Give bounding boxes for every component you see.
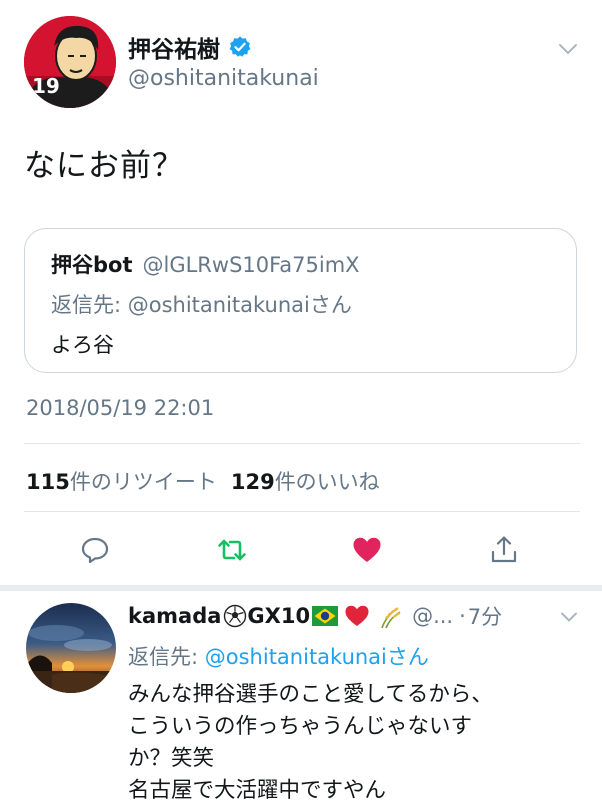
soccer-ball-icon bbox=[223, 604, 247, 628]
reply-to-prefix: 返信先: bbox=[128, 645, 205, 669]
reply-header: kamada GX10 @... · 7分 bbox=[128, 601, 502, 631]
brazil-flag-icon bbox=[312, 604, 339, 628]
reply-to-mention[interactable]: @oshitanitakunai bbox=[205, 645, 387, 669]
reply-icon[interactable] bbox=[79, 534, 111, 566]
reply-body-line: か？笑笑 bbox=[128, 746, 215, 771]
chevron-down-icon[interactable] bbox=[558, 42, 578, 56]
quoted-name-row: 押谷bot @lGLRwS10Fa75imX bbox=[51, 249, 360, 279]
quoted-handle: @lGLRwS10Fa75imX bbox=[142, 253, 360, 277]
retweet-icon[interactable] bbox=[216, 534, 248, 566]
heart-emoji-icon bbox=[344, 604, 370, 628]
engagement-stats: 115 件のリツイート 129 件のいいね bbox=[26, 466, 394, 496]
reply-handle[interactable]: @... bbox=[412, 604, 453, 628]
handle[interactable]: @oshitanitakunai bbox=[128, 66, 319, 91]
divider bbox=[24, 443, 580, 444]
reply-avatar[interactable] bbox=[26, 603, 116, 693]
quoted-reply-to: 返信先: @oshitanitakunaiさん bbox=[51, 293, 352, 317]
quoted-text: よろ谷 bbox=[51, 333, 114, 357]
display-name[interactable]: 押谷祐樹 bbox=[128, 30, 220, 64]
avatar[interactable]: 19 bbox=[24, 16, 116, 108]
reply-avatar-image bbox=[26, 603, 116, 693]
reply-body: みんな押谷選手のこと愛してるから、 こういうの作っちゃうんじゃないす か？笑笑 … bbox=[128, 679, 578, 800]
chevron-down-icon[interactable] bbox=[560, 611, 578, 623]
reply-tweet[interactable]: kamada GX10 @... · 7分 返信先: @oshitanitaku… bbox=[0, 591, 602, 800]
reply-display-name[interactable]: kamada bbox=[128, 604, 221, 628]
like-label[interactable]: 件のいいね bbox=[275, 466, 380, 496]
reply-body-line: みんな押谷選手のこと愛してるから、 bbox=[128, 682, 493, 707]
like-icon[interactable] bbox=[351, 534, 383, 566]
reply-display-name-suffix[interactable]: GX10 bbox=[247, 604, 310, 628]
reply-to-suffix: さん bbox=[386, 645, 429, 669]
avatar-number: 19 bbox=[32, 74, 60, 98]
name-row: 押谷祐樹 bbox=[128, 30, 252, 64]
divider bbox=[24, 511, 580, 512]
like-count[interactable]: 129 bbox=[231, 470, 275, 494]
reply-to-line: 返信先: @oshitanitakunaiさん bbox=[128, 641, 429, 671]
action-bar bbox=[0, 528, 602, 572]
tweet-header: 19 押谷祐樹 @oshitanitakunai bbox=[24, 14, 584, 110]
tweet-text: なにお前？ bbox=[24, 148, 184, 184]
reply-body-line: こういうの作っちゃうんじゃないす bbox=[128, 714, 473, 739]
reply-separator: · bbox=[459, 604, 466, 628]
retweet-label[interactable]: 件のリツイート bbox=[70, 466, 217, 496]
reply-time: 7分 bbox=[467, 605, 503, 629]
quoted-display-name: 押谷bot bbox=[51, 253, 133, 277]
timestamp: 2018/05/19 22:01 bbox=[26, 396, 215, 420]
retweet-count[interactable]: 115 bbox=[26, 470, 70, 494]
rice-plant-icon bbox=[376, 604, 404, 629]
verified-badge-icon bbox=[228, 35, 252, 59]
reply-body-line: 名古屋で大活躍中ですやん bbox=[128, 778, 387, 800]
share-icon[interactable] bbox=[488, 534, 520, 566]
quoted-tweet[interactable]: 押谷bot @lGLRwS10Fa75imX 返信先: @oshitanitak… bbox=[24, 228, 577, 373]
